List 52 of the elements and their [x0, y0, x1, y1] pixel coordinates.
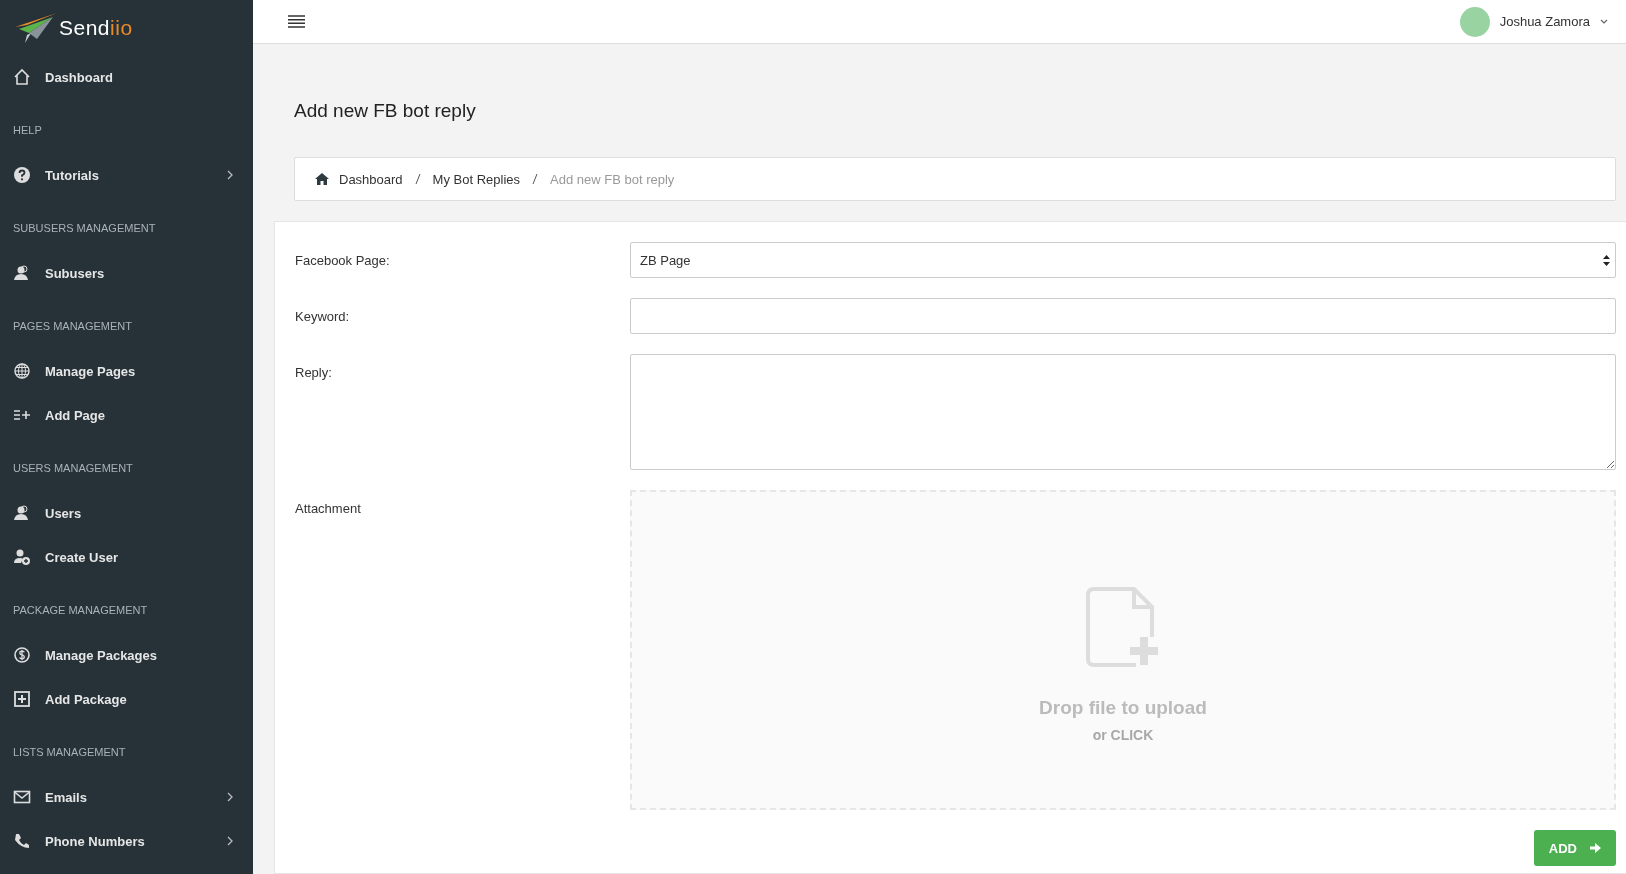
sidebar-item[interactable]: Manage Packages: [0, 633, 253, 677]
chevron-right-icon: [227, 792, 233, 802]
slash-separator-icon: [532, 173, 539, 185]
dollar-icon: [13, 646, 31, 664]
sidebar-item[interactable]: Dashboard: [0, 55, 253, 99]
chevron-right-icon: [227, 836, 233, 846]
field-label: Keyword:: [295, 308, 351, 324]
home-icon[interactable]: [315, 173, 329, 185]
sidebar-item[interactable]: Create User: [0, 535, 253, 579]
sidebar-item[interactable]: Manage Pages: [0, 349, 253, 393]
phone-icon: [13, 832, 31, 850]
menu-icon[interactable]: [288, 15, 305, 28]
chevron-right-icon: [227, 170, 233, 180]
globe-icon: [13, 362, 31, 380]
field-label: Facebook Page:: [295, 252, 391, 268]
section-heading: SUBUSERS MANAGEMENT: [12, 221, 157, 236]
sidebar-item[interactable]: Phone Numbers: [0, 819, 253, 863]
breadcrumb-link[interactable]: Dashboard: [339, 171, 403, 187]
section-heading: PAGES MANAGEMENT: [12, 319, 133, 334]
slash-separator-icon: [414, 173, 421, 185]
sidebar-item[interactable]: Subusers: [0, 251, 253, 295]
page-title: Add new FB bot reply: [294, 99, 477, 123]
select-arrows-icon: [1603, 254, 1610, 266]
logo-text: Sendiio: [59, 15, 133, 40]
plus-square-icon: [13, 690, 31, 708]
drop-subtitle: or CLICK: [1092, 727, 1154, 743]
question-icon: [13, 166, 31, 184]
users-icon: [13, 264, 31, 282]
breadcrumb-link[interactable]: My Bot Replies: [432, 171, 521, 187]
user-name[interactable]: Joshua Zamora: [1499, 14, 1590, 29]
sidebar-item[interactable]: Users: [0, 491, 253, 535]
chevron-down-icon[interactable]: [1600, 19, 1608, 24]
sidebar-item[interactable]: Tutorials: [0, 153, 253, 197]
home-icon: [13, 68, 31, 86]
file-plus-icon: [1086, 587, 1160, 667]
field-label: Reply:: [295, 364, 333, 380]
section-heading: USERS MANAGEMENT: [12, 461, 134, 476]
sidebar-item[interactable]: Add Page: [0, 393, 253, 437]
keyword-input-field[interactable]: [630, 298, 1616, 334]
field-label: Attachment: [295, 500, 362, 516]
section-heading: PACKAGE MANAGEMENT: [12, 603, 149, 618]
section-heading: HELP: [12, 123, 43, 138]
section-heading: LISTS MANAGEMENT: [12, 745, 127, 760]
users-icon: [13, 504, 31, 522]
drop-title: Drop file to upload: [1039, 697, 1207, 719]
sidebar-item[interactable]: Emails: [0, 775, 253, 819]
sidebar-item[interactable]: Add Package: [0, 677, 253, 721]
arrow-right-icon: [1590, 843, 1601, 853]
breadcrumb-current: Add new FB bot reply: [550, 171, 675, 187]
select-field[interactable]: ZB Page: [630, 242, 1616, 278]
envelope-icon: [13, 788, 31, 806]
user-plus-icon: [13, 548, 31, 566]
